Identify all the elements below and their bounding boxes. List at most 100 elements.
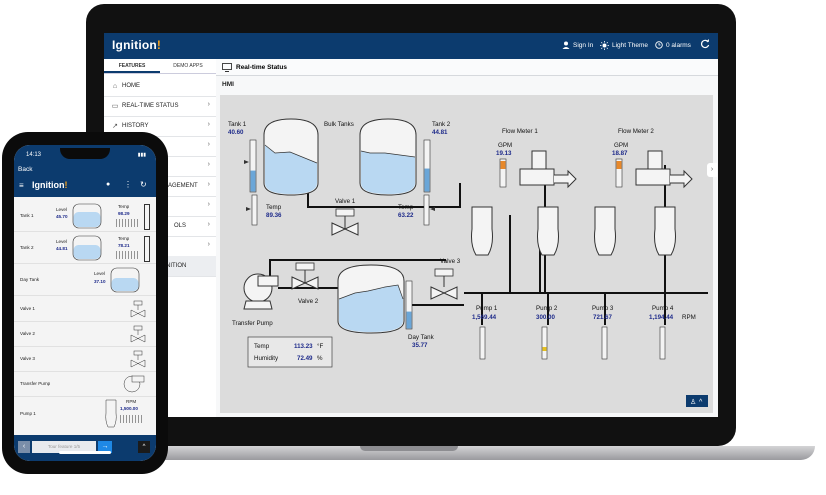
env-humidity-unit: % (317, 355, 323, 362)
phone-row-tank1: Tank 1 Level 45.70 Temp 98.29 (14, 201, 156, 232)
pump1-body[interactable] (471, 206, 493, 256)
tank1-level-fill (250, 170, 256, 192)
flow-meter2[interactable] (635, 150, 693, 189)
phone-tank1-graphic[interactable] (72, 203, 102, 229)
transfer-pump[interactable] (243, 273, 279, 310)
phone-tank2-temp-label: Temp (118, 236, 130, 241)
phone-time: 14:13 (26, 152, 42, 158)
phone-tank2-level: 44.81 (56, 246, 68, 251)
sign-in-button[interactable]: Sign In (562, 41, 593, 49)
phone-day-tank-level: 37.10 (94, 279, 106, 284)
pump4-value: 1,194.44 (649, 314, 674, 321)
chevron-up-icon[interactable]: ^ (138, 441, 150, 453)
pump4-body[interactable] (654, 206, 676, 256)
sun-icon (600, 41, 609, 50)
phone-valve2-label: Valve 2 (20, 331, 35, 336)
phone-day-tank-graphic[interactable] (110, 267, 140, 293)
phone-tank1-name: Tank 1 (20, 213, 34, 218)
pump2-body[interactable] (537, 206, 559, 256)
phone-ignition-logo[interactable]: Ignition! (32, 180, 68, 190)
chevron-right-icon: › (207, 201, 210, 208)
flow-meter1-value: 19.13 (496, 150, 512, 157)
tab-features[interactable]: FEATURES (104, 59, 160, 73)
monitor-icon: ▭ (111, 103, 119, 110)
chevron-right-icon: › (207, 141, 210, 148)
sidebar-tabs: FEATURES DEMO APPS (104, 59, 216, 74)
user-icon[interactable]: ● (106, 181, 110, 188)
flow-meter1[interactable] (519, 150, 577, 189)
phone-tank1-sparkline (116, 219, 138, 227)
env-temp-value: 113.23 (294, 343, 313, 350)
refresh-icon[interactable]: ↻ (140, 180, 147, 189)
valve3[interactable] (430, 268, 458, 300)
valve2[interactable] (291, 262, 319, 290)
day-tank-level-fill (406, 311, 412, 329)
phone-tank2-sparkline (116, 251, 138, 259)
sidebar-item-home[interactable]: ⌂ HOME (104, 76, 216, 97)
tank1-name: Tank 1 (228, 121, 247, 128)
ignition-logo[interactable]: Ignition! (112, 38, 161, 52)
temp1-pointer (246, 207, 251, 211)
phone-valve2-icon[interactable] (130, 325, 146, 343)
tank1[interactable] (263, 118, 319, 196)
panel-expand-handle[interactable]: › (707, 163, 717, 177)
flow-meter2-name: Flow Meter 2 (618, 128, 654, 135)
day-tank[interactable] (337, 264, 405, 334)
temp2-label: Temp (398, 204, 414, 211)
phone-tank1-gauge (144, 204, 150, 230)
more-vertical-icon[interactable]: ⋮ (124, 180, 132, 189)
temp1-gauge (251, 194, 258, 226)
flow-meter1-fill (500, 161, 506, 169)
back-link[interactable]: Back (18, 166, 32, 173)
laptop-notch (360, 446, 458, 451)
hmi-panel: Tank 1 40.60 Bulk Tanks Tank 2 44.81 Tem… (220, 95, 713, 413)
refresh-button[interactable] (700, 39, 710, 49)
pump4-name: Pump 4 (652, 305, 674, 312)
theme-toggle[interactable]: Light Theme (600, 41, 648, 50)
phone-row-pump1: Pump 1 RPM 1,500.00 (14, 397, 156, 433)
tank2[interactable] (359, 118, 417, 196)
phone-transfer-pump-label: Transfer Pump (20, 381, 51, 386)
phone-day-tank-name: Day Tank (20, 277, 40, 282)
valve1-label: Valve 1 (335, 198, 356, 205)
phone-tank2-graphic[interactable] (72, 235, 102, 261)
phone-valve3-label: Valve 3 (20, 356, 35, 361)
chevron-right-icon: › (207, 241, 210, 248)
phone-transfer-pump-icon[interactable] (122, 374, 146, 394)
refresh-icon (700, 39, 710, 49)
phone-valve1-label: Valve 1 (20, 306, 35, 311)
phone-row-transfer-pump: Transfer Pump (14, 372, 156, 397)
env-temp-label: Temp (254, 343, 270, 350)
page-header: Real-time Status (216, 59, 718, 76)
tour-prev-button[interactable]: ‹ (18, 441, 30, 453)
phone-valve3-icon[interactable] (130, 350, 146, 368)
phone-tour-bar: ‹ Tour feature 1/5 → ^ (14, 435, 156, 461)
phone-row-valve2: Valve 2 (14, 322, 156, 347)
phone-row-tank2: Tank 2 Level 44.81 Temp 78.21 (14, 233, 156, 264)
phone-pump1-icon[interactable] (104, 399, 118, 429)
pump3-name: Pump 3 (592, 305, 614, 312)
home-icon: ⌂ (112, 82, 118, 90)
tab-demo-apps[interactable]: DEMO APPS (160, 59, 216, 73)
alarms-button[interactable]: 0 alarms (655, 41, 691, 49)
sidebar-item-real-time-status[interactable]: ▭ REAL-TIME STATUS › (104, 96, 216, 117)
phone-tank2-temp: 78.21 (118, 243, 130, 248)
phone-tank1-level: 45.70 (56, 214, 68, 219)
temp1-value: 89.36 (266, 212, 282, 219)
bulk-tanks-label: Bulk Tanks (324, 121, 354, 128)
phone-tank2-gauge (144, 236, 150, 262)
phone-pump1-name: Pump 1 (20, 411, 36, 416)
chevron-right-icon: › (207, 101, 210, 108)
menu-icon[interactable]: ≡ (19, 181, 24, 190)
temp2-gauge (423, 194, 430, 226)
phone-valve1-icon[interactable] (130, 300, 146, 318)
valve1[interactable] (331, 208, 359, 236)
chevron-right-icon: › (207, 161, 210, 168)
battery-icon: ▮▮▮ (137, 152, 146, 158)
pump3-body[interactable] (594, 206, 616, 256)
phone-row-valve1: Valve 1 (14, 297, 156, 322)
phone-tank2-name: Tank 2 (20, 245, 34, 250)
phone-dynamic-island (60, 148, 110, 159)
pump2-value: 300.00 (536, 314, 555, 321)
rpm-unit: RPM (682, 314, 696, 321)
